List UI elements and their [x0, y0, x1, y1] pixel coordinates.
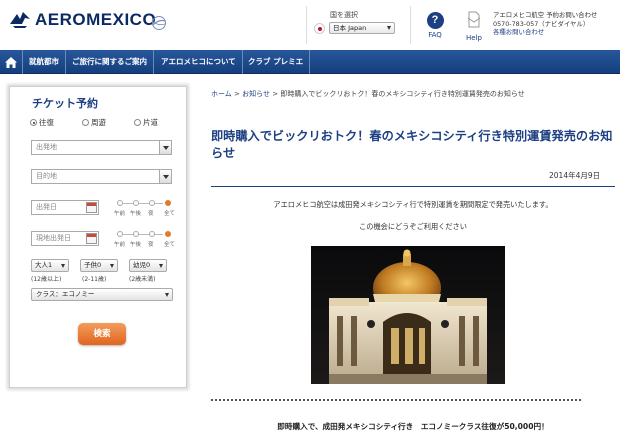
article-paragraph: この機会にどうぞご利用ください — [359, 222, 467, 231]
time-label: 全て — [164, 242, 176, 248]
country-select[interactable]: 日本 Japan — [329, 22, 395, 34]
time-option-all[interactable] — [165, 200, 171, 206]
country-selector: 日本 Japan — [314, 22, 395, 34]
help-link[interactable]: Help — [462, 11, 486, 42]
calendar-icon[interactable] — [86, 233, 97, 244]
adults-age-label: (12歳以上) — [31, 276, 62, 283]
breadcrumb-current: 即時購入でビックリおトク！春のメキシコシティ行き特別運賃発売のお知らせ — [280, 90, 525, 98]
dropdown-arrow-icon[interactable] — [159, 140, 172, 155]
nav-item-destinations[interactable]: 就航都市 — [23, 50, 66, 74]
main-nav: 就航都市 ご旅行に関するご案内 アエロメヒコについて クラブ プレミエ — [0, 50, 620, 74]
time-option-am[interactable] — [117, 200, 123, 206]
children-select[interactable]: 子供0 — [80, 259, 118, 272]
trip-type-label: 片道 — [143, 118, 158, 127]
article-date: 2014年4月9日 — [549, 171, 601, 180]
faq-label: FAQ — [428, 31, 442, 39]
radio-icon — [82, 119, 89, 126]
time-track — [123, 203, 163, 204]
logo-text: AEROMEXICO — [35, 10, 157, 29]
adults-select[interactable]: 大人1 — [31, 259, 69, 272]
eagle-knight-icon — [10, 12, 30, 28]
skyteam-icon — [152, 16, 166, 30]
article-title: 即時購入でビックリおトク！春のメキシコシティ行き特別運賃発売のお知らせ — [211, 129, 613, 160]
booking-widget: チケット予約 往復 周遊 片道 出発地 目的地 出発日 午前 午後 夜 全て 現… — [9, 86, 187, 388]
children-age-label: (2-11歳) — [82, 276, 107, 283]
title-divider — [211, 186, 615, 187]
section-divider — [211, 399, 581, 401]
depart-date-placeholder: 出発日 — [36, 203, 57, 211]
radio-icon — [134, 119, 141, 126]
contact-phone: 0570-783-057（ナビダイヤル） — [493, 19, 590, 28]
help-document-icon — [467, 11, 481, 28]
origin-input[interactable]: 出発地 — [31, 140, 172, 155]
infants-select[interactable]: 幼児0 — [129, 259, 167, 272]
trip-type-multicity[interactable]: 周遊 — [82, 117, 106, 128]
trip-type-label: 往復 — [39, 118, 54, 127]
site-header: AEROMEXICO 国を選択 日本 Japan ? FAQ Help アエロメ… — [0, 0, 620, 50]
time-option-pm[interactable] — [133, 231, 139, 237]
breadcrumb-separator: > — [270, 90, 281, 98]
article-paragraph: アエロメヒコ航空は成田発メキシコシティ行で特別運賃を期間限定で発売いたします。 — [273, 200, 553, 209]
trip-type-label: 周遊 — [91, 118, 106, 127]
aeromexico-logo[interactable]: AEROMEXICO — [8, 10, 156, 30]
return-time-selector: 午前 午後 夜 全て — [113, 229, 176, 251]
question-icon: ? — [426, 12, 444, 29]
time-track — [123, 234, 163, 235]
time-option-all[interactable] — [165, 231, 171, 237]
destination-input[interactable]: 目的地 — [31, 169, 172, 184]
time-label: 夜 — [148, 211, 154, 217]
calendar-icon[interactable] — [86, 202, 97, 213]
skyteam-logo — [150, 15, 168, 35]
dropdown-arrow-icon[interactable] — [159, 169, 172, 184]
time-option-night[interactable] — [149, 231, 155, 237]
radio-icon — [30, 119, 37, 126]
time-label: 夜 — [148, 242, 154, 248]
trip-type-roundtrip[interactable]: 往復 — [30, 117, 54, 128]
breadcrumb-news[interactable]: お知らせ — [242, 90, 270, 98]
header-divider — [306, 6, 307, 44]
breadcrumb-separator: > — [231, 90, 243, 98]
return-date-input[interactable]: 現地出発日 — [31, 231, 99, 246]
nav-item-about[interactable]: アエロメヒコについて — [155, 50, 243, 74]
trip-type-oneway[interactable]: 片道 — [134, 117, 158, 128]
japan-flag-icon — [314, 22, 325, 34]
booking-title: チケット予約 — [32, 97, 98, 110]
time-label: 午前 — [114, 211, 126, 217]
time-label: 午後 — [130, 211, 142, 217]
contact-title: アエロメヒコ航空 予約お問い合わせ — [493, 11, 598, 19]
search-button[interactable]: 検索 — [78, 323, 126, 345]
time-option-night[interactable] — [149, 200, 155, 206]
infants-age-label: (2歳未満) — [129, 276, 156, 283]
depart-date-input[interactable]: 出発日 — [31, 200, 99, 215]
nav-item-travel-info[interactable]: ご旅行に関するご案内 — [66, 50, 154, 74]
nav-item-club-premier[interactable]: クラブ プレミエ — [242, 50, 311, 74]
cabin-class-select[interactable]: クラス：エコノミー — [31, 288, 173, 301]
time-label: 全て — [164, 211, 176, 217]
home-button[interactable] — [0, 50, 23, 74]
contact-link[interactable]: 各種お問い合わせ — [493, 28, 597, 37]
breadcrumb-home[interactable]: ホーム — [211, 90, 232, 98]
time-option-am[interactable] — [117, 231, 123, 237]
help-label: Help — [466, 34, 482, 42]
return-date-placeholder: 現地出発日 — [36, 234, 71, 242]
time-label: 午前 — [114, 242, 126, 248]
contact-info: アエロメヒコ航空 予約お問い合わせ 0570-783-057（ナビダイヤル） 各… — [493, 11, 597, 37]
palacio-bellas-artes-photo — [311, 246, 505, 384]
home-icon — [5, 56, 17, 68]
header-divider — [410, 6, 411, 44]
depart-time-selector: 午前 午後 夜 全て — [113, 198, 176, 220]
time-label: 午後 — [130, 242, 142, 248]
country-label: 国を選択 — [330, 11, 358, 19]
fare-highlight: 即時購入で、成田発メキシコシティ行き エコノミークラス往復が50,000円！ — [277, 422, 549, 431]
breadcrumb: ホーム > お知らせ > 即時購入でビックリおトク！春のメキシコシティ行き特別運… — [211, 89, 525, 99]
time-option-pm[interactable] — [133, 200, 139, 206]
faq-link[interactable]: ? FAQ — [424, 12, 446, 39]
